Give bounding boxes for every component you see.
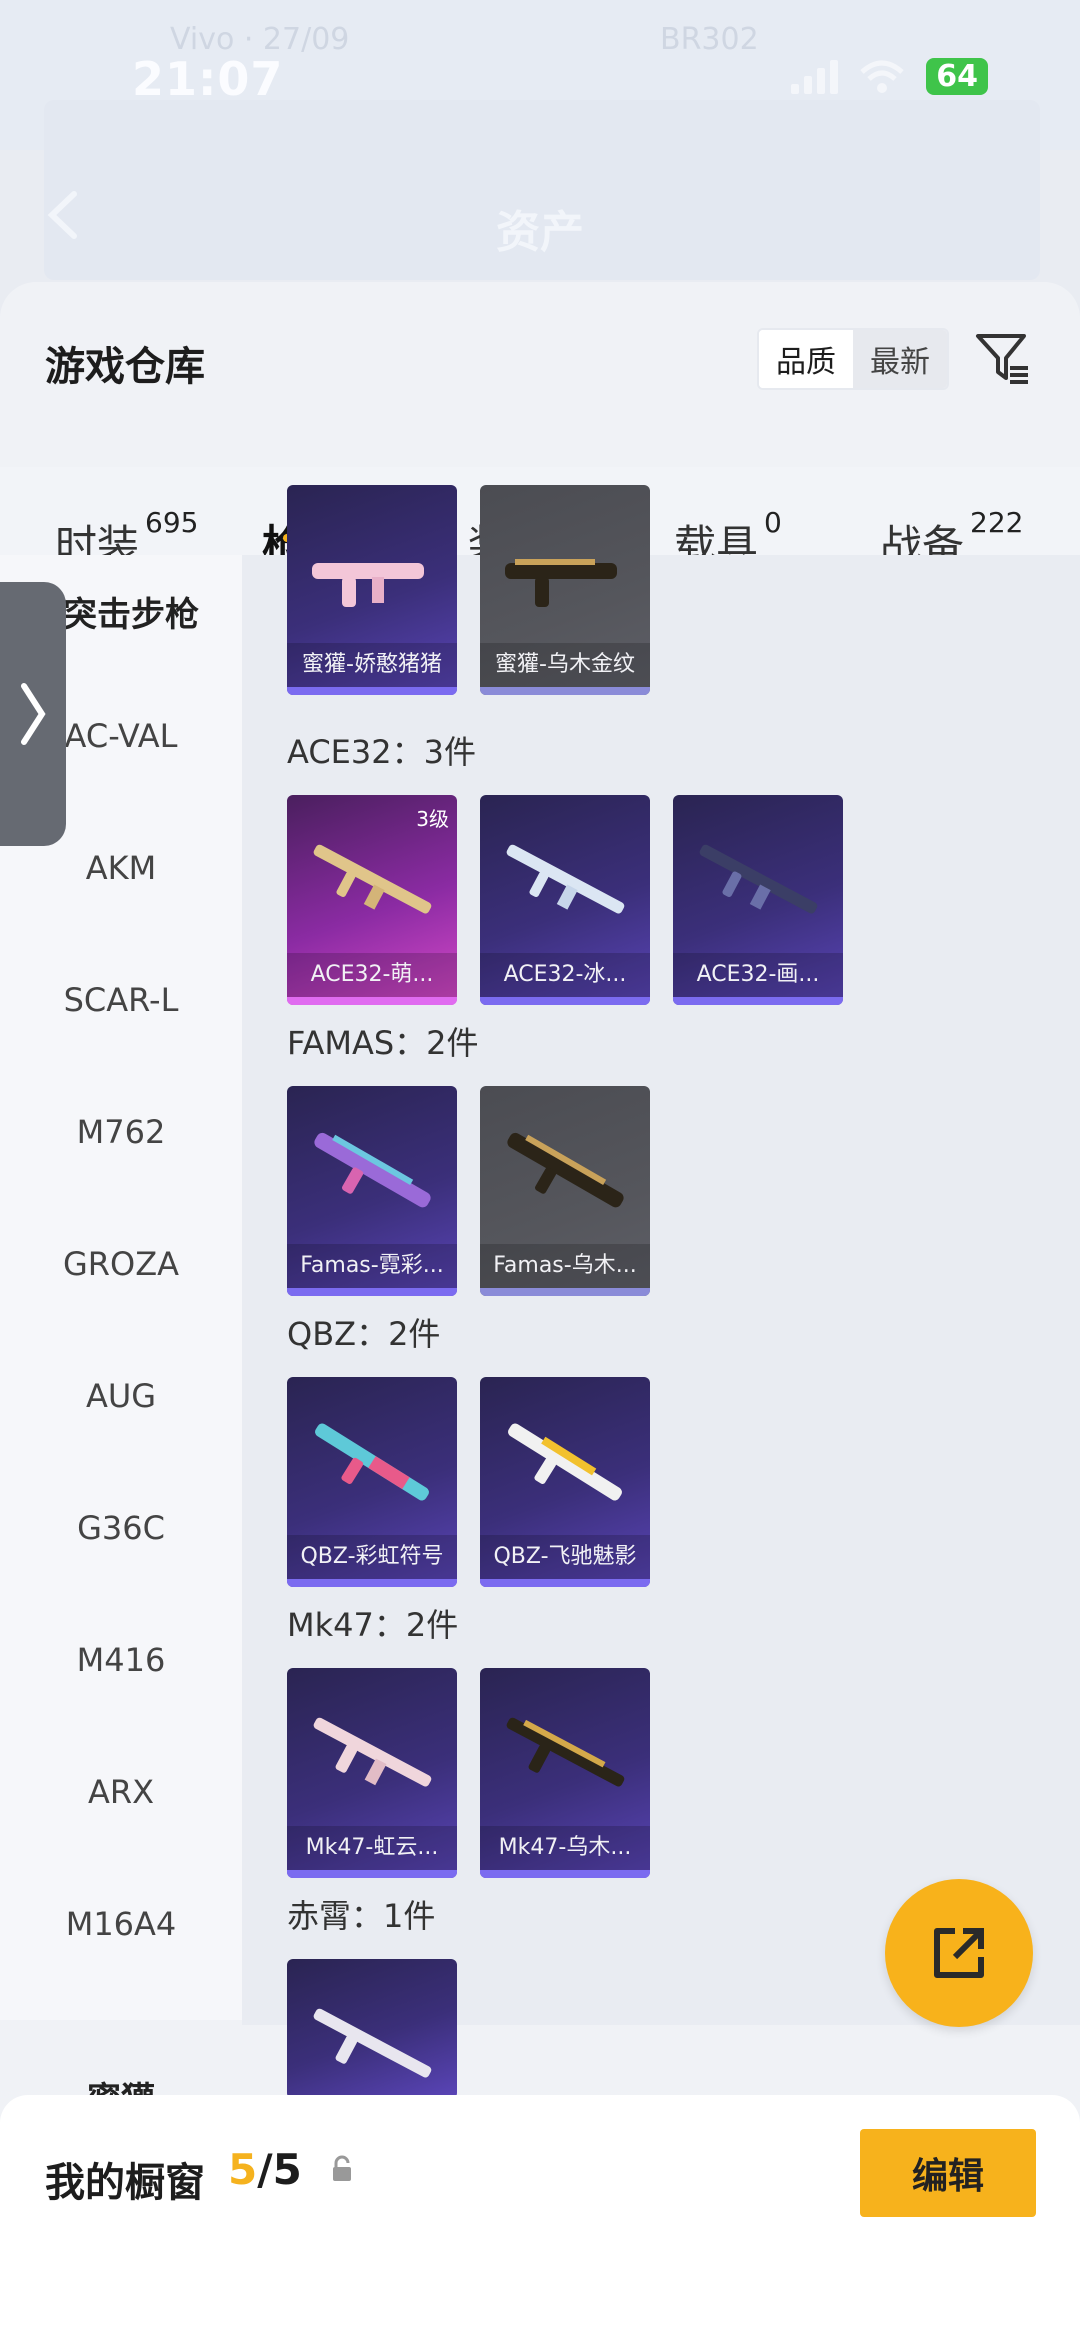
- rarity-bar: [287, 687, 457, 695]
- skin-card[interactable]: Famas-霓彩...: [287, 1086, 457, 1296]
- group-label-famas: FAMAS：2件: [287, 1024, 479, 1062]
- skin-card[interactable]: Mk47-乌木...: [480, 1668, 650, 1878]
- signal-icon: [791, 59, 839, 94]
- tab-count: 222: [970, 506, 1024, 539]
- showcase-current: 5: [228, 2145, 258, 2194]
- rarity-bar: [480, 687, 650, 695]
- gun-image: [312, 563, 424, 607]
- gun-image: [699, 844, 818, 914]
- wifi-icon: [860, 60, 904, 93]
- sidebar-item-m416[interactable]: M416: [0, 1641, 242, 1679]
- chevron-right-icon: [21, 683, 46, 745]
- battery-indicator: 64: [926, 58, 988, 95]
- rarity-bar: [480, 997, 650, 1005]
- weapon-list: 蜜獾-娇憨猪猪 蜜獾-乌木金纹 ACE32：3件 3级 ACE32-萌... A…: [242, 485, 1080, 2099]
- group-label-ace32: ACE32：3件: [287, 733, 476, 771]
- skin-name: ACE32-冰...: [480, 953, 650, 997]
- status-time: 21:07: [132, 52, 284, 106]
- skin-card[interactable]: QBZ-飞驰魅影: [480, 1377, 650, 1587]
- skin-name: Mk47-乌木...: [480, 1826, 650, 1870]
- status-indicators: 64: [791, 58, 988, 95]
- skin-name: 蜜獾-乌木金纹: [480, 643, 650, 687]
- status-ghost-text-right: BR302: [660, 22, 759, 57]
- gun-image: [313, 844, 432, 914]
- skin-name: Famas-霓彩...: [287, 1244, 457, 1288]
- skin-card[interactable]: Mk47-虹云...: [287, 1668, 457, 1878]
- skin-name: 蜜獾-娇憨猪猪: [287, 643, 457, 687]
- gun-image: [507, 1132, 624, 1208]
- rarity-bar: [480, 1579, 650, 1587]
- warehouse-sheet: 游戏仓库 品质 最新 时装 695 枪械 285 装备 366 载具 0 战备 …: [0, 282, 1080, 2341]
- skin-card[interactable]: ACE32-画...: [673, 795, 843, 1005]
- share-icon: [934, 1928, 984, 1978]
- rarity-bar: [287, 997, 457, 1005]
- tab-count: 0: [764, 506, 782, 539]
- sidebar-item-akm[interactable]: AKM: [0, 849, 242, 887]
- skin-name: ACE32-萌...: [287, 953, 457, 997]
- gun-image: [506, 844, 625, 914]
- skin-name: Famas-乌木...: [480, 1244, 650, 1288]
- skin-card[interactable]: QBZ-彩虹符号: [287, 1377, 457, 1587]
- skin-name: Mk47-虹云...: [287, 1826, 457, 1870]
- gun-image: [315, 1423, 429, 1501]
- gun-image: [508, 1423, 622, 1501]
- skin-name: ACE32-画...: [673, 953, 843, 997]
- gun-image: [313, 1717, 432, 1787]
- rarity-bar: [480, 1870, 650, 1878]
- skin-card[interactable]: 蜜獾-娇憨猪猪: [287, 485, 457, 695]
- page-title: 资产: [496, 207, 584, 258]
- gun-image: [314, 1132, 431, 1208]
- sheet-title: 游戏仓库: [45, 344, 205, 390]
- skin-name: QBZ-飞驰魅影: [480, 1535, 650, 1579]
- edit-button[interactable]: 编辑: [860, 2129, 1036, 2217]
- rarity-bar: [287, 1870, 457, 1878]
- sort-quality-button[interactable]: 品质: [759, 330, 853, 388]
- rarity-bar: [480, 1288, 650, 1296]
- group-label-qbz: QBZ：2件: [287, 1315, 441, 1353]
- sidebar-item-m16a4[interactable]: M16A4: [0, 1905, 242, 1943]
- showcase-count: 5/5: [228, 2145, 302, 2194]
- sidebar-expand-handle[interactable]: [0, 582, 66, 846]
- skin-card[interactable]: 3级 ACE32-萌...: [287, 795, 457, 1005]
- sort-newest-button[interactable]: 最新: [853, 330, 947, 388]
- sidebar-item-aug[interactable]: AUG: [0, 1377, 242, 1415]
- skin-card[interactable]: ACE32-冰...: [480, 795, 650, 1005]
- lock-icon: [333, 2155, 351, 2181]
- rarity-bar: [287, 1579, 457, 1587]
- filter-icon[interactable]: [974, 330, 1032, 388]
- rarity-bar: [287, 1288, 457, 1296]
- showcase-total: /5: [257, 2145, 302, 2194]
- group-label-chixiao: 赤霄：1件: [287, 1897, 436, 1935]
- skin-card[interactable]: Famas-乌木...: [480, 1086, 650, 1296]
- share-button[interactable]: [885, 1879, 1033, 2027]
- tab-count: 695: [145, 506, 199, 539]
- sidebar-item-g36c[interactable]: G36C: [0, 1509, 242, 1547]
- group-label-mk47: Mk47：2件: [287, 1606, 459, 1644]
- skin-name: QBZ-彩虹符号: [287, 1535, 457, 1579]
- skin-card[interactable]: 蜜獾-乌木金纹: [480, 485, 650, 695]
- sort-segment: 品质 最新: [757, 328, 949, 390]
- gun-image: [505, 559, 617, 607]
- sidebar-item-scar-l[interactable]: SCAR-L: [0, 981, 242, 1019]
- rarity-bar: [673, 997, 843, 1005]
- gun-image: [313, 2008, 432, 2078]
- sidebar-item-m762[interactable]: M762: [0, 1113, 242, 1151]
- showcase-bar: 我的橱窗 5/5 编辑: [0, 2095, 1080, 2341]
- skin-card[interactable]: [287, 1959, 457, 2099]
- sidebar-item-arx[interactable]: ARX: [0, 1773, 242, 1811]
- gun-image: [506, 1717, 625, 1787]
- showcase-title: 我的橱窗: [45, 2160, 205, 2206]
- sidebar-item-groza[interactable]: GROZA: [0, 1245, 242, 1283]
